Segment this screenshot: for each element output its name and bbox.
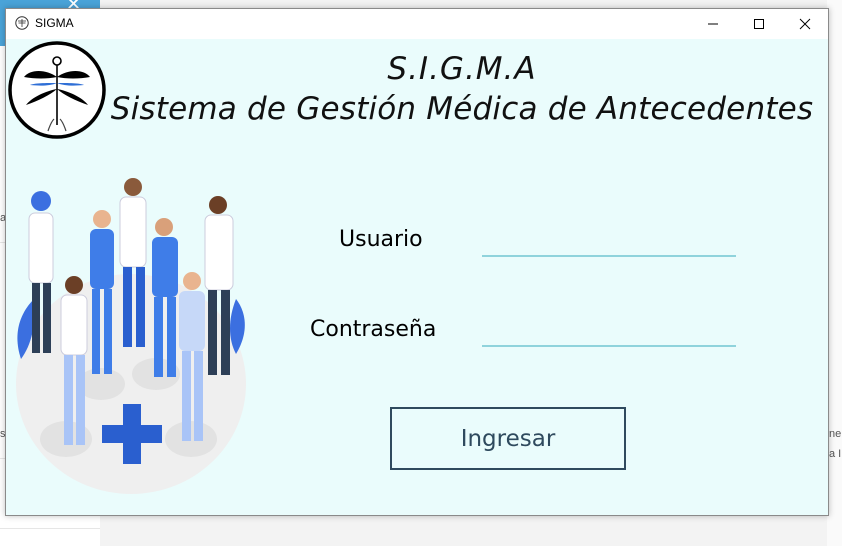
background-app-right xyxy=(827,0,842,546)
username-label: Usuario xyxy=(339,227,423,252)
username-input[interactable] xyxy=(482,227,736,257)
close-icon xyxy=(799,18,811,30)
background-text: ne xyxy=(829,428,842,440)
minimize-icon xyxy=(708,23,718,25)
login-button[interactable]: Ingresar xyxy=(390,407,626,470)
maximize-icon xyxy=(754,19,764,29)
login-window: SIGMA S.I.G.M.A Sistema de Gestión Médic… xyxy=(5,8,829,516)
app-title: S.I.G.M.A xyxy=(387,51,537,87)
medical-team-illustration xyxy=(16,178,246,494)
title-bar[interactable]: SIGMA xyxy=(6,9,828,39)
maximize-button[interactable] xyxy=(736,9,782,39)
app-subtitle: Sistema de Gestión Médica de Antecedente… xyxy=(110,91,814,127)
password-label: Contraseña xyxy=(310,317,437,342)
background-text: a I xyxy=(829,448,842,460)
app-icon xyxy=(15,16,29,30)
close-button[interactable] xyxy=(782,9,828,39)
window-title: SIGMA xyxy=(35,16,74,30)
password-input[interactable] xyxy=(482,317,736,347)
background-divider xyxy=(0,528,100,529)
minimize-button[interactable] xyxy=(690,9,736,39)
